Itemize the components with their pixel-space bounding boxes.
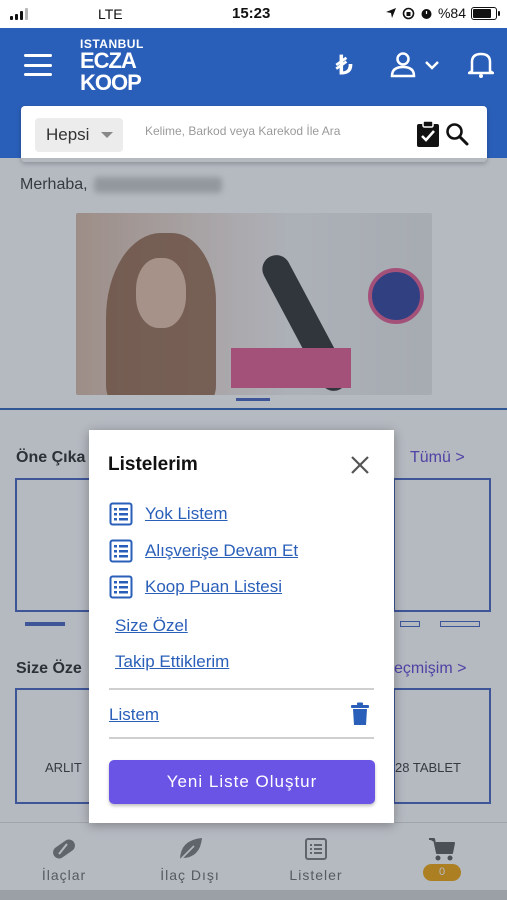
alarm-icon [421, 8, 432, 19]
list-item-label: Alışverişe Devam Et [145, 541, 299, 560]
location-icon [385, 8, 396, 18]
create-list-button[interactable]: Yeni Liste Oluştur [109, 760, 375, 804]
list-item-yok-listem[interactable]: Yok Listem [109, 502, 228, 526]
modal-divider [109, 737, 374, 739]
rotation-lock-icon [402, 7, 415, 19]
modal-divider [109, 688, 374, 690]
list-item-label: Koop Puan Listesi [145, 577, 283, 596]
close-icon[interactable] [349, 454, 371, 476]
list-icon [109, 502, 133, 526]
link-size-ozel[interactable]: Size Özel [115, 616, 188, 636]
modal-title: Listelerim [108, 454, 198, 475]
list-item-label: Yok Listem [145, 504, 228, 523]
user-list-link[interactable]: Listem [109, 705, 159, 725]
list-icon [109, 575, 133, 599]
status-icons: %84 [385, 5, 500, 21]
link-takip-ettiklerim[interactable]: Takip Ettiklerim [115, 652, 229, 672]
list-icon [109, 539, 133, 563]
header-backdrop [0, 28, 507, 158]
list-item-alisverise-devam[interactable]: Alışverişe Devam Et [109, 539, 298, 563]
battery-icon [471, 6, 500, 20]
list-item-koop-puan[interactable]: Koop Puan Listesi [109, 575, 282, 599]
signal-icon [10, 8, 28, 20]
clock: 15:23 [232, 5, 271, 22]
lists-modal: Listelerim Yok Listem Alışverişe Devam E… [89, 430, 394, 823]
trash-icon[interactable] [350, 702, 370, 731]
status-bar: LTE 15:23 %84 [0, 0, 507, 28]
carrier-label: LTE [98, 6, 123, 22]
battery-percent: %84 [437, 5, 466, 21]
